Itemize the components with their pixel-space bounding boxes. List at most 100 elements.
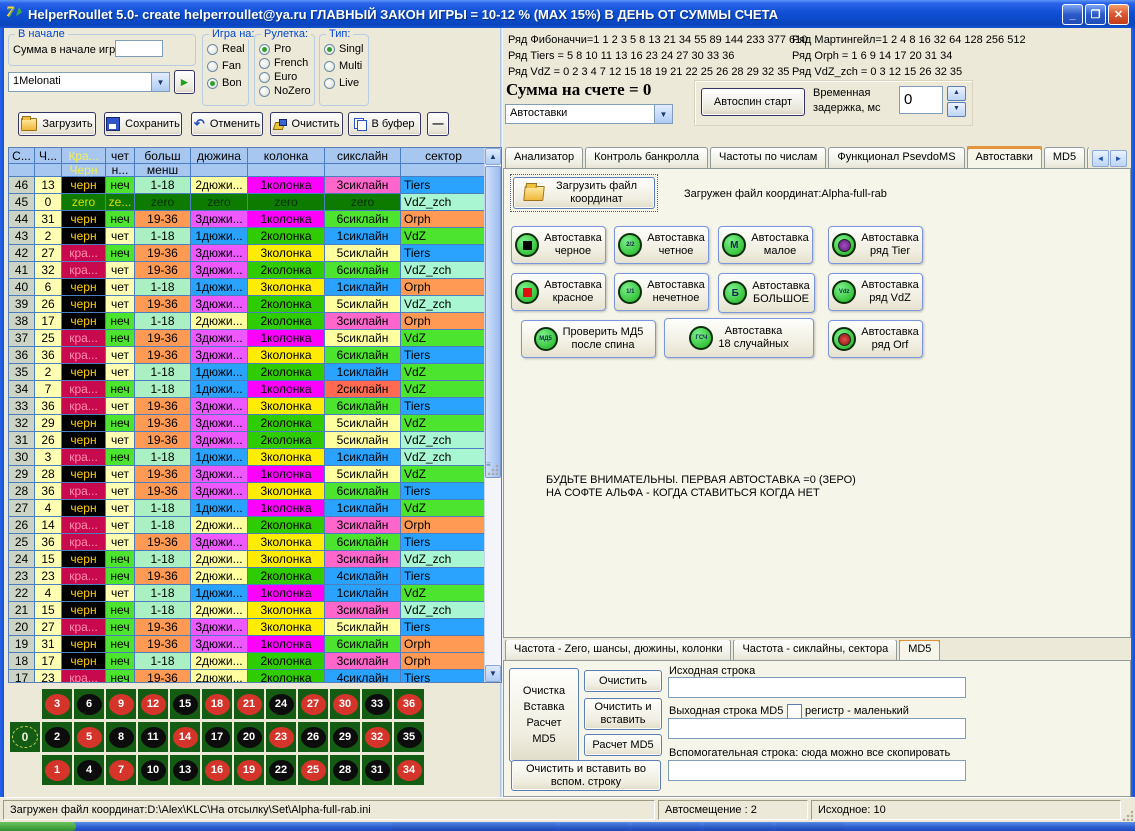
roulette-number-cell[interactable]: 18 (202, 689, 232, 719)
radio-option-french[interactable]: French (259, 57, 314, 69)
roulette-number-cell[interactable]: 13 (170, 755, 200, 785)
autostake-button-ряд-vdz[interactable]: VdzАвтоставкаряд VdZ (828, 273, 923, 311)
roulette-zero-cell[interactable]: 0 (10, 722, 40, 752)
roulette-number-cell[interactable]: 14 (170, 722, 200, 752)
md5-calc-button[interactable]: Расчет MD5 (584, 734, 662, 756)
radio-option-nozero[interactable]: NoZero (259, 85, 314, 97)
title-bar[interactable]: 7 HelperRoullet 5.0- create helperroulle… (0, 0, 1135, 28)
roulette-number-cell[interactable]: 9 (106, 689, 136, 719)
taskbar[interactable] (0, 822, 1135, 831)
delay-spinner[interactable]: ▲ ▼ (947, 86, 966, 117)
autostake-button-18-случайных[interactable]: ГСЧАвтоставка18 случайных (664, 318, 814, 358)
radio-icon[interactable] (324, 78, 335, 89)
scrollbar-thumb[interactable]: ≡ (485, 166, 501, 478)
roulette-number-cell[interactable]: 36 (394, 689, 424, 719)
resize-grip[interactable] (1121, 809, 1133, 821)
radio-option-euro[interactable]: Euro (259, 71, 314, 83)
roulette-number-cell[interactable]: 25 (298, 755, 328, 785)
roulette-number-cell[interactable]: 10 (138, 755, 168, 785)
tab-делени[interactable]: Делени (1087, 147, 1089, 169)
tab-scroll-right-icon[interactable]: ► (1110, 150, 1127, 167)
roulette-number-cell[interactable]: 11 (138, 722, 168, 752)
radio-icon[interactable] (259, 44, 270, 55)
autostake-button-красное[interactable]: Автоставкакрасное (511, 273, 606, 311)
radio-icon[interactable] (259, 58, 270, 69)
mode-combobox[interactable]: Автоставки ▼ (505, 104, 673, 124)
maximize-button[interactable]: ❐ (1085, 4, 1106, 25)
radio-option-bon[interactable]: Bon (207, 77, 248, 89)
delay-input[interactable]: 0 (899, 86, 943, 114)
radio-icon[interactable] (324, 61, 335, 72)
table-scrollbar[interactable]: ▲ ≡ ▼ (484, 148, 501, 682)
roulette-number-cell[interactable]: 5 (74, 722, 104, 752)
загрузить-button[interactable]: Загрузить (18, 112, 96, 136)
spin-down-icon[interactable]: ▼ (947, 102, 966, 117)
taskbar-button[interactable] (632, 823, 700, 830)
autostake-button-четное[interactable]: 2/2Автоставкачетное (614, 226, 709, 264)
roulette-number-cell[interactable]: 20 (234, 722, 264, 752)
autospin-start-button[interactable]: Автоспин старт (701, 88, 805, 116)
roulette-number-cell[interactable]: 22 (266, 755, 296, 785)
preset-combobox[interactable]: 1Melonati ▼ (8, 72, 170, 92)
tab-анализатор[interactable]: Анализатор (505, 147, 583, 169)
очистить-button[interactable]: Очистить (270, 112, 343, 136)
tab-md5[interactable]: MD5 (1044, 147, 1085, 169)
roulette-number-cell[interactable]: 4 (74, 755, 104, 785)
collapse-button[interactable]: — (427, 112, 449, 136)
lowercase-checkbox[interactable] (787, 704, 802, 719)
roulette-number-cell[interactable]: 16 (202, 755, 232, 785)
taskbar-button[interactable] (704, 823, 772, 830)
tab-частота-сиклайны-сектора[interactable]: Частота - сиклайны, сектора (733, 640, 897, 661)
spin-up-icon[interactable]: ▲ (947, 86, 966, 101)
radio-option-multi[interactable]: Multi (324, 60, 368, 72)
radio-option-singl[interactable]: Singl (324, 43, 368, 55)
taskbar-button[interactable] (392, 823, 556, 830)
roulette-number-cell[interactable]: 15 (170, 689, 200, 719)
tab-частоты-по-числам[interactable]: Частоты по числам (710, 147, 826, 169)
roulette-number-cell[interactable]: 30 (330, 689, 360, 719)
autostake-button-ряд-tier[interactable]: Автоставкаряд Tier (828, 226, 923, 264)
taskbar-button[interactable] (776, 823, 844, 830)
roulette-number-cell[interactable]: 3 (42, 689, 72, 719)
scroll-down-icon[interactable]: ▼ (485, 665, 501, 682)
load-coords-button[interactable]: Загрузить файл координат (513, 177, 655, 209)
play-button[interactable]: ► (174, 70, 195, 94)
start-button[interactable] (0, 822, 76, 831)
roulette-number-cell[interactable]: 6 (74, 689, 104, 719)
md5-clear-aux-button[interactable]: Очистить и вставить во вспом. строку (511, 760, 661, 791)
scroll-up-icon[interactable]: ▲ (485, 148, 501, 165)
autostake-button-нечетное[interactable]: 1/1Автоставканечетное (614, 273, 709, 311)
autostake-button-черное[interactable]: Автоставкачерное (511, 226, 606, 264)
roulette-number-cell[interactable]: 23 (266, 722, 296, 752)
md5-clear-button[interactable]: Очистить (584, 670, 662, 692)
start-sum-input[interactable] (115, 40, 163, 57)
roulette-number-cell[interactable]: 12 (138, 689, 168, 719)
autostake-button-малое[interactable]: МАвтоставкамалое (718, 226, 813, 264)
отменить-button[interactable]: ↶Отменить (191, 112, 263, 136)
roulette-number-cell[interactable]: 24 (266, 689, 296, 719)
tab-контроль-банкролла[interactable]: Контроль банкролла (585, 147, 708, 169)
roulette-number-cell[interactable]: 19 (234, 755, 264, 785)
roulette-number-cell[interactable]: 31 (362, 755, 392, 785)
autostake-button-ряд-orf[interactable]: Автоставкаряд Orf (828, 320, 923, 358)
roulette-number-cell[interactable]: 33 (362, 689, 392, 719)
roulette-number-cell[interactable]: 26 (298, 722, 328, 752)
tab-функционал-psevdoms[interactable]: Функционал PsevdoMS (828, 147, 964, 169)
close-button[interactable]: ✕ (1108, 4, 1129, 25)
radio-icon[interactable] (259, 72, 270, 83)
tab-md5[interactable]: MD5 (899, 640, 940, 661)
tab-автоставки[interactable]: Автоставки (967, 146, 1042, 169)
radio-option-live[interactable]: Live (324, 77, 368, 89)
roulette-number-cell[interactable]: 1 (42, 755, 72, 785)
radio-icon[interactable] (207, 78, 218, 89)
roulette-number-cell[interactable]: 28 (330, 755, 360, 785)
сохранить-button[interactable]: Сохранить (104, 112, 182, 136)
radio-option-pro[interactable]: Pro (259, 43, 314, 55)
radio-icon[interactable] (324, 44, 335, 55)
md5-source-input[interactable] (668, 677, 966, 698)
roulette-number-cell[interactable]: 7 (106, 755, 136, 785)
в буфер-button[interactable]: В буфер (348, 112, 421, 136)
radio-icon[interactable] (207, 44, 218, 55)
radio-icon[interactable] (207, 61, 218, 72)
radio-icon[interactable] (259, 86, 270, 97)
